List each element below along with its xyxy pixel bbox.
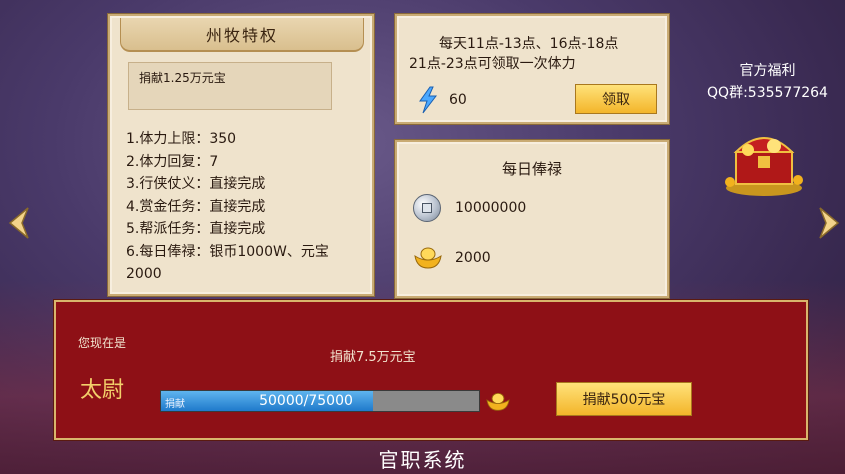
welfare-qq: QQ群:535577264 (707, 85, 828, 101)
perk-item: 2000 (126, 266, 162, 282)
welfare-info: 官方福利 QQ群:535577264 (690, 60, 845, 104)
right-arrow-icon[interactable] (812, 206, 842, 240)
donate-progress-text: 50000/75000 (259, 393, 353, 409)
perk-item: 1.体力上限：350 (126, 131, 237, 147)
donate-requirement: 捐献7.5万元宝 (330, 350, 416, 365)
salary-title: 每日俸禄 (501, 160, 562, 178)
perk-item: 5.帮派任务：直接完成 (126, 221, 266, 237)
donate-button[interactable]: 捐献500元宝 (556, 382, 692, 416)
left-arrow-icon[interactable] (6, 206, 36, 240)
salary-card: 每日俸禄 10000000 2000 (395, 140, 669, 298)
stamina-schedule-line1: 每天11点-13点、16点-18点 (439, 36, 619, 52)
welfare-title: 官方福利 (739, 63, 796, 79)
perk-item: 4.赏金任务：直接完成 (126, 198, 266, 215)
claim-button[interactable]: 领取 (575, 84, 657, 114)
treasure-chest-icon[interactable] (722, 122, 806, 198)
silver-amount: 10000000 (455, 200, 527, 216)
donate-progress-bar: 捐献 50000/75000 (160, 390, 480, 412)
rank-panel: 您现在是 太尉 捐献7.5万元宝 捐献 50000/75000 捐献500元宝 (54, 300, 808, 440)
privilege-card: 州牧特权 捐献1.25万元宝 1.体力上限：350 2.体力回复：7 3.行侠仗… (108, 14, 374, 296)
silver-coin-icon (413, 194, 441, 222)
perk-item: 2.体力回复：7 (126, 153, 219, 170)
current-rank-label: 您现在是 (78, 336, 127, 350)
lightning-icon (419, 86, 438, 114)
current-rank: 太尉 (80, 378, 125, 403)
perk-item: 3.行侠仗义：直接完成 (126, 176, 266, 192)
gold-amount: 2000 (455, 250, 491, 266)
stamina-amount: 60 (449, 92, 467, 108)
stamina-schedule-line2: 21点-23点可领取一次体力 (409, 56, 576, 72)
gold-ingot-icon (486, 392, 510, 411)
perk-item: 6.每日俸禄：银币1000W、元宝 (126, 243, 329, 260)
privilege-title: 州牧特权 (120, 18, 364, 52)
stamina-card: 每天11点-13点、16点-18点 21点-23点可领取一次体力 60 领取 (395, 14, 669, 124)
privilege-perk-list: 1.体力上限：350 2.体力回复：7 3.行侠仗义：直接完成 4.赏金任务：直… (126, 128, 366, 286)
gold-ingot-icon (414, 247, 442, 269)
privilege-cost: 捐献1.25万元宝 (128, 62, 332, 110)
stamina-schedule: 每天11点-13点、16点-18点 21点-23点可领取一次体力 (409, 34, 659, 74)
page-title: 官职系统 (378, 448, 467, 472)
